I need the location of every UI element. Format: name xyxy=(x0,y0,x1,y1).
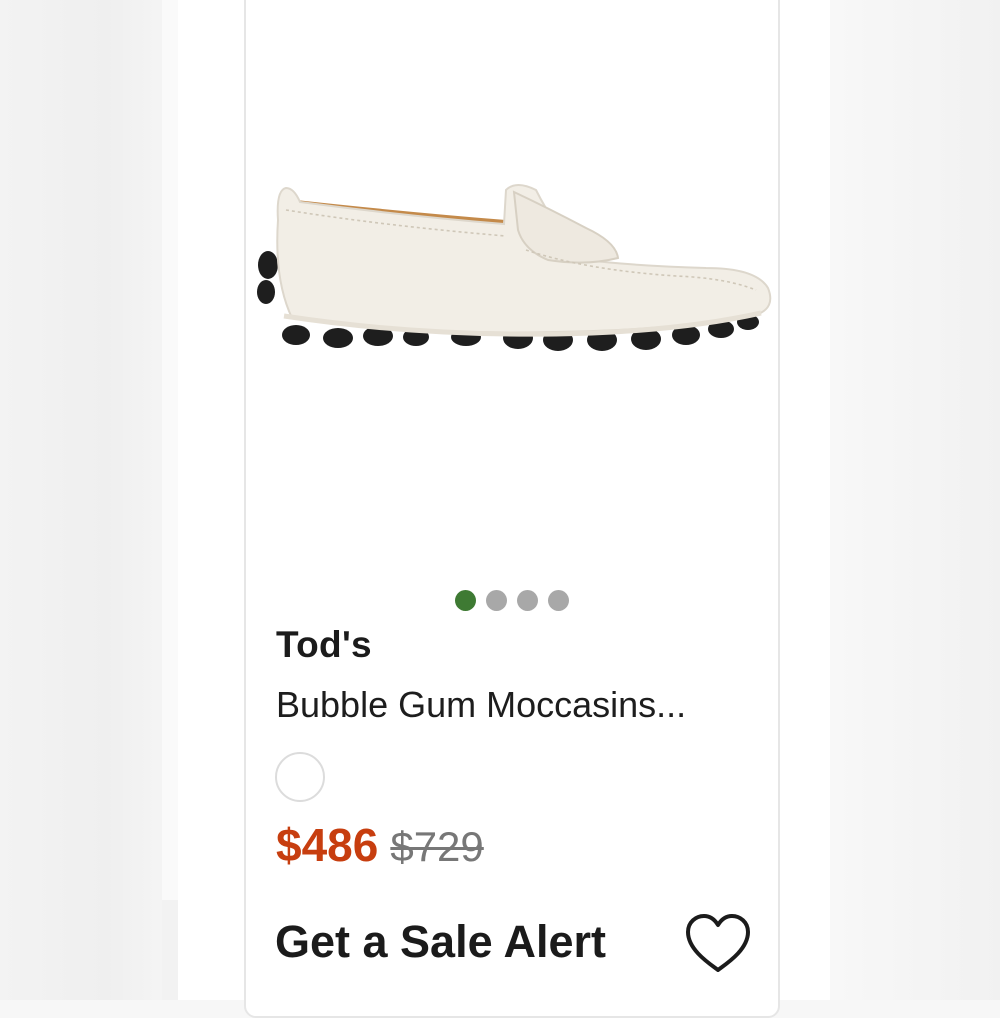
adjacent-card-lower xyxy=(162,900,178,1000)
product-title[interactable]: Bubble Gum Moccasins... xyxy=(276,684,686,726)
carousel-dot-active[interactable] xyxy=(455,590,476,611)
original-price: $729 xyxy=(390,823,484,870)
sale-alert-button[interactable]: Get a Sale Alert xyxy=(275,916,606,968)
adjacent-card-edge xyxy=(162,0,179,1000)
color-swatch[interactable] xyxy=(275,752,325,802)
carousel-dot[interactable] xyxy=(517,590,538,611)
heart-icon[interactable] xyxy=(682,912,754,976)
image-carousel-dots[interactable] xyxy=(455,590,569,611)
carousel-dot[interactable] xyxy=(548,590,569,611)
right-background xyxy=(830,0,1000,1000)
product-image[interactable] xyxy=(256,150,776,380)
price-row: $486 $729 xyxy=(276,818,484,872)
carousel-dot[interactable] xyxy=(486,590,507,611)
left-background xyxy=(0,0,179,1000)
brand-name[interactable]: Tod's xyxy=(276,624,372,666)
sale-price: $486 xyxy=(276,819,379,871)
